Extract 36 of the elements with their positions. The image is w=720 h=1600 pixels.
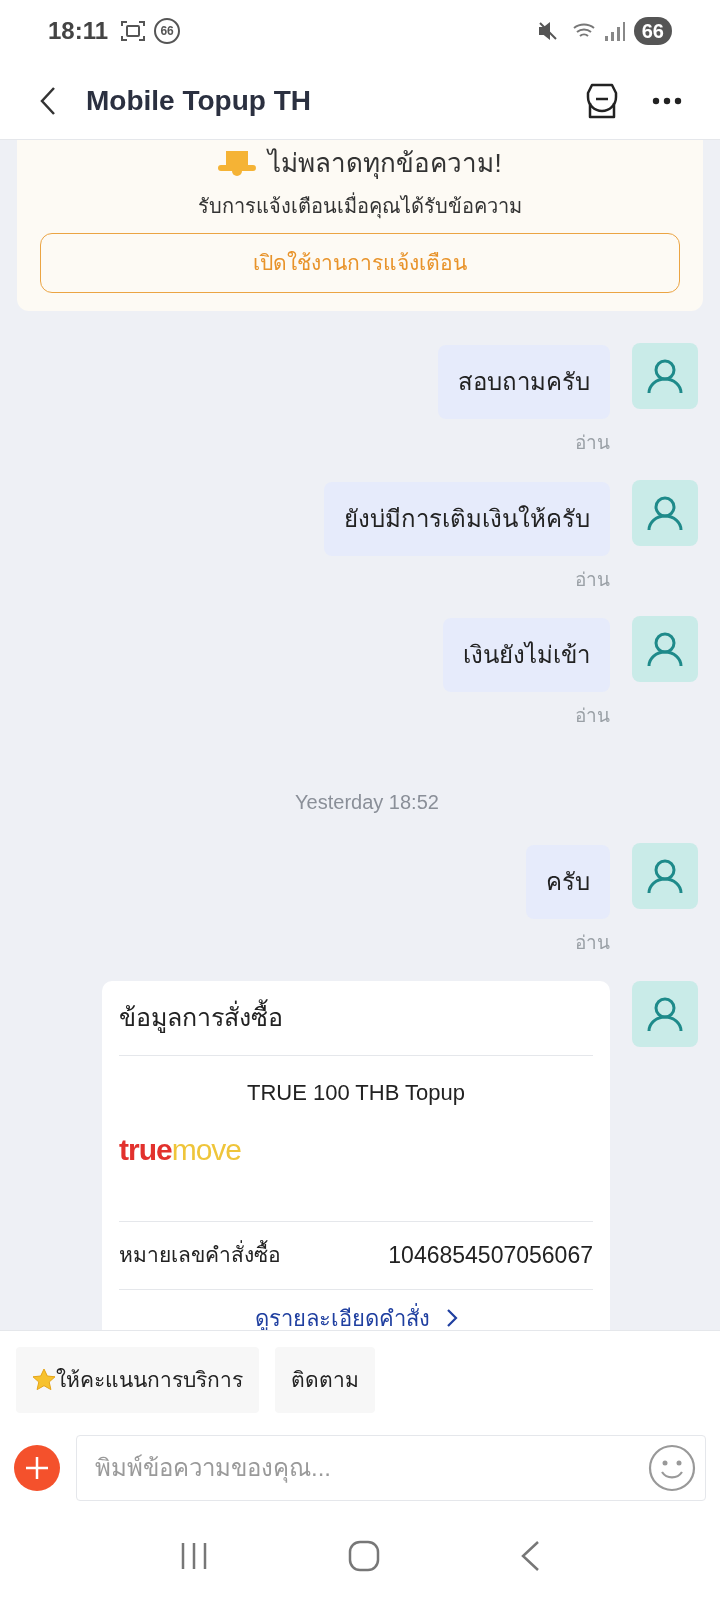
product-name: TRUE 100 THB Topup	[246, 1078, 466, 1107]
back-icon[interactable]	[38, 85, 58, 116]
more-icon[interactable]	[652, 96, 682, 105]
message-bubble: ยังบ่มีการเติมเงินให้ครับ	[324, 481, 610, 556]
read-status: อ่าน	[575, 431, 610, 455]
screenshot-icon	[120, 19, 147, 43]
bell-icon	[218, 150, 257, 177]
quick-reply-button[interactable]: ติดตาม	[275, 1347, 375, 1413]
read-status: อ่าน	[575, 930, 610, 955]
avatar-icon	[646, 630, 684, 668]
quick-reply-button[interactable]: ให้คะแนนการบริการ	[16, 1347, 259, 1413]
order-card-title: ข้อมูลการสั่งซื้อ	[119, 981, 593, 1055]
order-number: 1046854507056067	[388, 1240, 593, 1270]
avatar-icon	[646, 357, 684, 395]
battery-indicator: 66	[633, 17, 672, 45]
notification-badge: 66	[154, 18, 181, 44]
avatar-icon	[646, 995, 684, 1033]
message-input-field[interactable]: พิมพ์ข้อความของคุณ...	[76, 1435, 706, 1501]
add-icon[interactable]	[14, 1445, 60, 1491]
brand-logo: truemove	[119, 1131, 242, 1168]
read-status: อ่าน	[575, 704, 610, 728]
message-bubble: เงินยังไม่เข้า	[443, 618, 610, 692]
message-bubble: สอบถามครับ	[438, 345, 610, 419]
chat-title: Mobile Topup TH	[86, 83, 311, 118]
signal-icon	[603, 20, 626, 42]
order-number-label: หมายเลขคำสั่งซื้อ	[119, 1239, 281, 1271]
message-bubble: ครับ	[526, 844, 610, 919]
chevron-right-icon	[445, 1308, 458, 1328]
status-time: 18:11	[48, 16, 109, 46]
timestamp: Yesterday 18:52	[295, 789, 439, 815]
emoji-icon[interactable]	[648, 1444, 696, 1492]
home-icon[interactable]	[348, 1540, 380, 1572]
banner-subtitle: รับการแจ้งเตือนเมื่อคุณได้รับข้อความ	[198, 191, 522, 221]
read-status: อ่าน	[575, 567, 610, 592]
star-icon	[32, 1368, 56, 1392]
banner-title: ไม่พลาดทุกข้อความ!	[268, 147, 502, 181]
